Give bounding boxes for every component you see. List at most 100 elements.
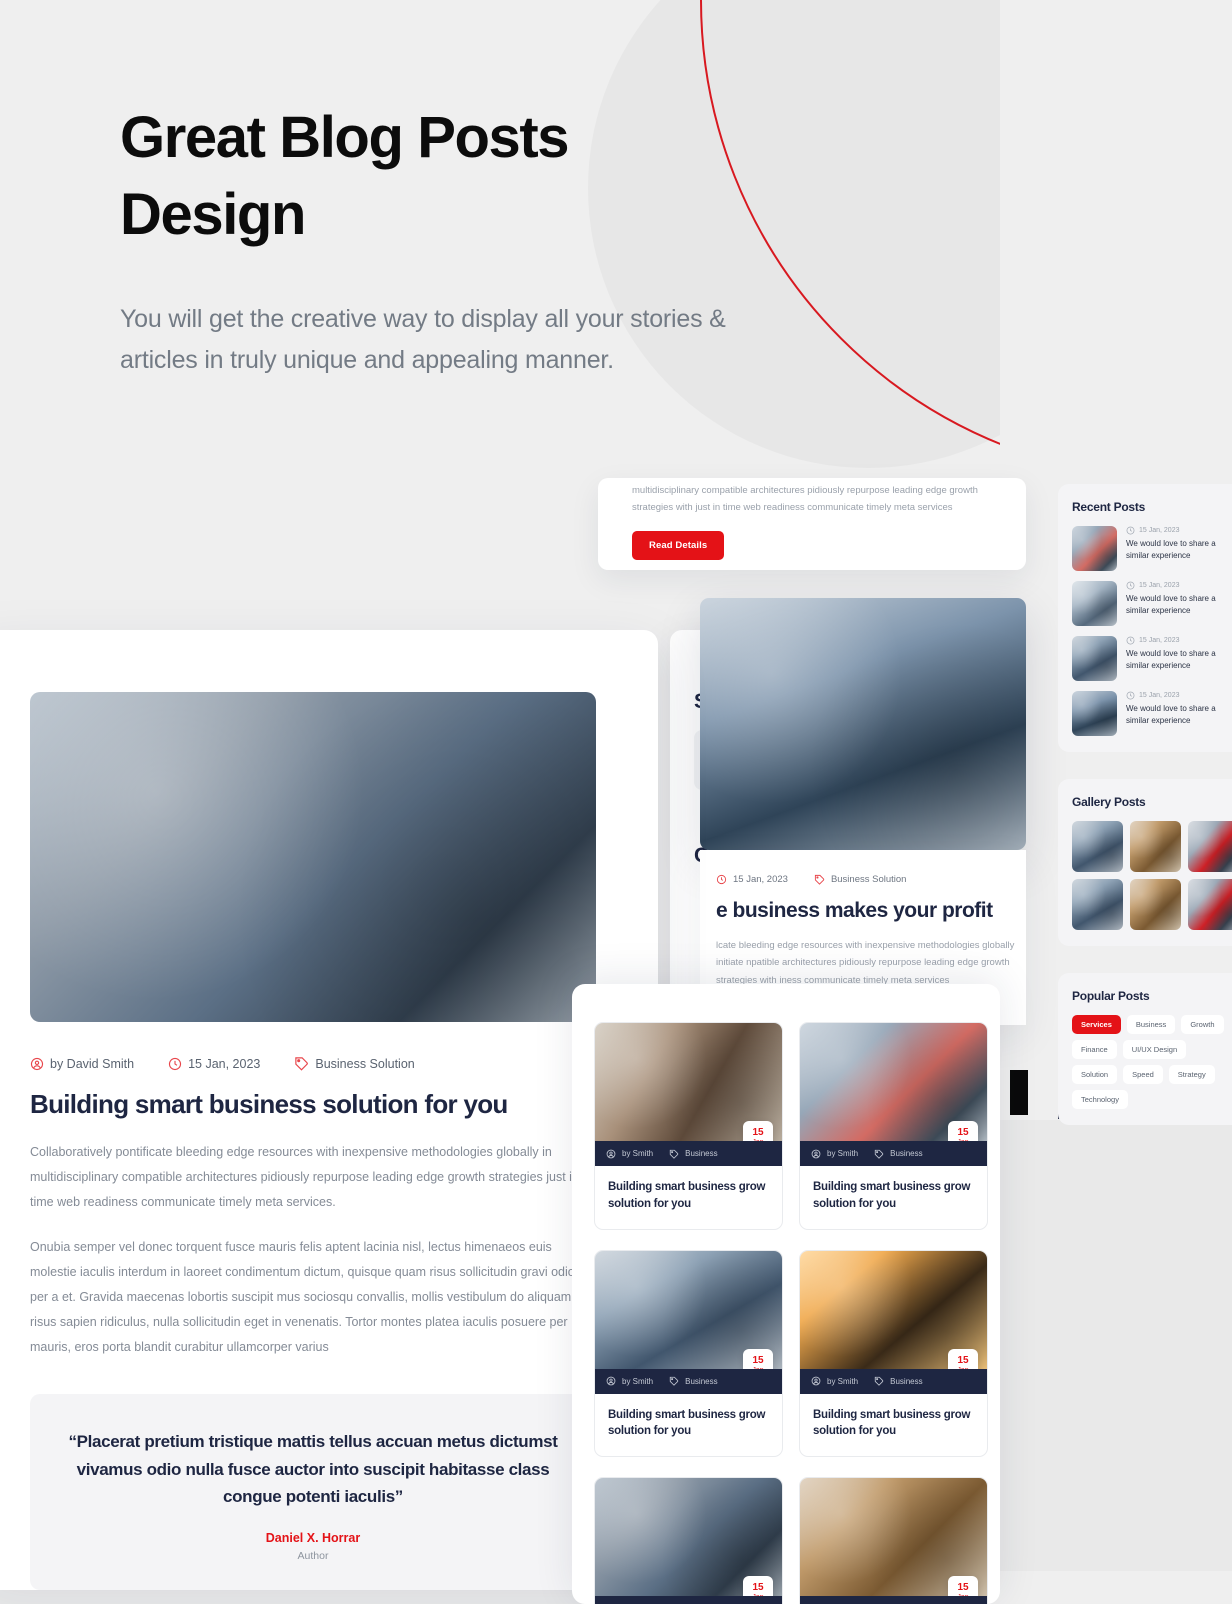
quote-text: “Placerat pretium tristique mattis tellu… bbox=[60, 1428, 566, 1511]
quote-author-role: Author bbox=[60, 1550, 566, 1562]
tag-icon bbox=[294, 1056, 309, 1071]
tag-icon bbox=[874, 1149, 884, 1159]
recent-post-thumbnail bbox=[1072, 691, 1117, 736]
hero-section: Great Blog Posts Design You will get the… bbox=[120, 100, 740, 380]
main-post-title: Building smart business solution for you bbox=[30, 1089, 596, 1120]
main-post-meta: by David Smith 15 Jan, 2023 Business Sol… bbox=[30, 1056, 596, 1071]
recent-post-date-text: 15 Jan, 2023 bbox=[1139, 582, 1179, 589]
post-date-badge: 15Jan bbox=[948, 1576, 978, 1596]
article-category-text: Business Solution bbox=[831, 874, 907, 885]
clock-icon bbox=[1126, 581, 1135, 590]
recent-post-item[interactable]: 15 Jan, 2023 We would love to share a sim… bbox=[1072, 581, 1232, 626]
popular-tag-speed[interactable]: Speed bbox=[1123, 1065, 1163, 1084]
sidebar: Recent Posts 15 Jan, 2023 We would love t… bbox=[1058, 484, 1232, 1152]
post-card-meta: by Smith Business bbox=[595, 1369, 782, 1394]
article-date-text: 15 Jan, 2023 bbox=[733, 874, 788, 885]
gallery-thumbnail[interactable] bbox=[1072, 879, 1123, 930]
main-post-date-text: 15 Jan, 2023 bbox=[188, 1057, 260, 1071]
post-card[interactable]: 15Janby SmithBusinessBuilding smart busi… bbox=[594, 1022, 783, 1230]
gallery-posts-heading: Gallery Posts bbox=[1072, 795, 1232, 809]
article-title: e business makes your profit bbox=[700, 899, 1026, 923]
post-date-badge: 15Jan bbox=[948, 1121, 978, 1141]
post-card-image: 15Jan bbox=[595, 1023, 782, 1141]
recent-post-info: 15 Jan, 2023We would love to share a sim… bbox=[1126, 526, 1232, 571]
read-details-button[interactable]: Read Details bbox=[632, 531, 724, 560]
post-card-image: 15Jan bbox=[595, 1478, 782, 1596]
recent-post-title: We would love to share a similar experie… bbox=[1126, 703, 1232, 727]
post-card-author: by Smith bbox=[606, 1149, 653, 1159]
clock-icon bbox=[716, 874, 727, 885]
recent-post-item[interactable]: 15 Jan, 2023We would love to share a sim… bbox=[1072, 526, 1232, 571]
popular-tag-strategy[interactable]: Strategy bbox=[1169, 1065, 1215, 1084]
post-card-title: Building smart business grow solution fo… bbox=[595, 1394, 782, 1457]
main-post-category: Business Solution bbox=[294, 1056, 414, 1071]
gallery-thumbnail[interactable] bbox=[1188, 821, 1232, 872]
gallery-thumbnail[interactable] bbox=[1188, 879, 1232, 930]
popular-tag-services[interactable]: Services bbox=[1072, 1015, 1121, 1034]
hero-subtitle: You will get the creative way to display… bbox=[120, 299, 740, 380]
popular-posts-heading: Popular Posts bbox=[1072, 989, 1232, 1003]
user-circle-icon bbox=[30, 1057, 44, 1071]
popular-tag-ui-ux-design[interactable]: UI/UX Design bbox=[1123, 1040, 1186, 1059]
popular-tag-finance[interactable]: Finance bbox=[1072, 1040, 1117, 1059]
recent-post-title: We would love to share a similar experie… bbox=[1126, 648, 1232, 672]
post-card-meta: by SmithBusiness bbox=[595, 1141, 782, 1166]
page-title: Great Blog Posts Design bbox=[120, 100, 740, 253]
post-card-author-text: by Smith bbox=[622, 1377, 653, 1386]
main-post-author-text: by David Smith bbox=[50, 1057, 134, 1071]
post-card-meta: by SmithBusiness bbox=[595, 1596, 782, 1604]
gallery-thumbnail[interactable] bbox=[1130, 879, 1181, 930]
post-card[interactable]: 15Janby SmithBusinessBuilding smart busi… bbox=[799, 1250, 988, 1458]
post-card-category: Business bbox=[874, 1149, 922, 1159]
post-card-author: by Smith bbox=[811, 1376, 858, 1386]
post-card-image: 15Jan bbox=[800, 1478, 987, 1596]
popular-tag-growth[interactable]: Growth bbox=[1181, 1015, 1223, 1034]
recent-posts-heading: Recent Posts bbox=[1072, 500, 1232, 514]
post-date-day: 15 bbox=[752, 1128, 763, 1138]
article-date: 15 Jan, 2023 bbox=[716, 874, 788, 885]
popular-tag-business[interactable]: Business bbox=[1127, 1015, 1175, 1034]
post-card-author: by Smith bbox=[606, 1376, 653, 1386]
recent-post-info: 15 Jan, 2023 We would love to share a sim… bbox=[1126, 581, 1232, 626]
post-card[interactable]: 15Janby SmithBusinessBuilding smart busi… bbox=[799, 1477, 988, 1604]
post-date-month: Jan bbox=[957, 1366, 968, 1369]
post-card-author-text: by Smith bbox=[622, 1149, 653, 1158]
post-card-category-text: Business bbox=[890, 1377, 922, 1386]
post-card-author-text: by Smith bbox=[827, 1377, 858, 1386]
post-card-title: Building smart business grow solution fo… bbox=[595, 1166, 782, 1229]
main-post-quote-block: “Placerat pretium tristique mattis tellu… bbox=[30, 1394, 596, 1590]
decorative-arc-mask bbox=[1000, 0, 1232, 500]
popular-tag-technology[interactable]: Technology bbox=[1072, 1090, 1128, 1109]
recent-post-thumbnail bbox=[1072, 636, 1117, 681]
decorative-black-edge bbox=[1010, 1070, 1028, 1115]
recent-post-item[interactable]: 15 Jan, 2023We would love to share a sim… bbox=[1072, 691, 1232, 736]
post-card[interactable]: 15Janby SmithBusinessBuilding smart busi… bbox=[594, 1250, 783, 1458]
post-card-category: Business bbox=[669, 1376, 717, 1386]
user-circle-icon bbox=[811, 1149, 821, 1159]
post-date-month: Jan bbox=[752, 1366, 763, 1369]
gallery-thumbnail[interactable] bbox=[1072, 821, 1123, 872]
post-card[interactable]: 15Janby SmithBusinessBuilding smart busi… bbox=[594, 1477, 783, 1604]
popular-tag-solution[interactable]: Solution bbox=[1072, 1065, 1117, 1084]
post-card-image: 15Jan bbox=[800, 1023, 987, 1141]
recent-posts-list: 15 Jan, 2023 We would love to share a sim… bbox=[1072, 526, 1232, 736]
post-date-day: 15 bbox=[752, 1583, 763, 1593]
post-date-badge: 15Jan bbox=[743, 1576, 773, 1596]
post-date-month: Jan bbox=[957, 1593, 968, 1596]
recent-post-title: We would love to share a similar experie… bbox=[1126, 593, 1232, 617]
gallery-thumbnail[interactable] bbox=[1130, 821, 1181, 872]
user-circle-icon bbox=[606, 1376, 616, 1386]
main-post-paragraph-2: Onubia semper vel donec torquent fusce m… bbox=[30, 1235, 596, 1360]
post-card-author-text: by Smith bbox=[827, 1149, 858, 1158]
tag-icon bbox=[669, 1376, 679, 1386]
recent-post-thumbnail bbox=[1072, 581, 1117, 626]
post-card[interactable]: 15Jan by Smith Business Building smart busi… bbox=[799, 1022, 988, 1230]
post-card-image: 15Jan bbox=[800, 1251, 987, 1369]
clock-icon bbox=[168, 1057, 182, 1071]
popular-posts-panel: Popular Posts Services Business Growth Fina… bbox=[1058, 973, 1232, 1125]
recent-post-item[interactable]: 15 Jan, 2023We would love to share a sim… bbox=[1072, 636, 1232, 681]
post-card-title: Building smart business grow solution fo… bbox=[800, 1166, 987, 1229]
popular-tag-list: Services Business Growth Finance UI/UX Desig… bbox=[1072, 1015, 1232, 1109]
post-date-day: 15 bbox=[957, 1128, 968, 1138]
post-card-category-text: Business bbox=[685, 1377, 717, 1386]
